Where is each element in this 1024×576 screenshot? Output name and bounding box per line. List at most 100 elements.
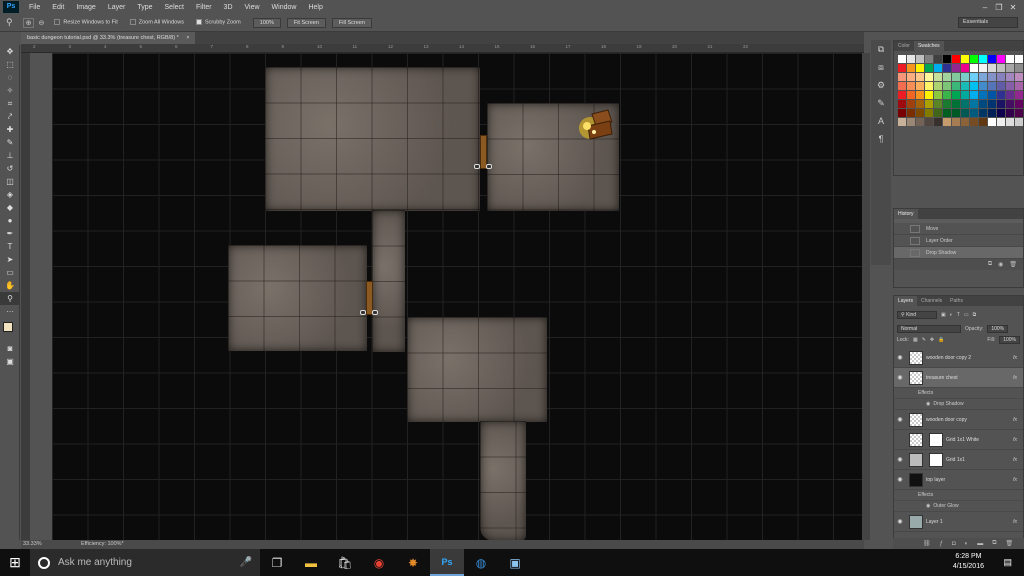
layer-effects-row[interactable]: Effects <box>894 388 1023 399</box>
adjustments-icon[interactable]: ⧈ <box>871 58 891 76</box>
game-app-icon[interactable]: ✸ <box>396 549 430 576</box>
visibility-eye-icon[interactable]: ◉ <box>894 476 906 483</box>
color-swatch[interactable] <box>916 91 924 99</box>
fit-screen-button[interactable]: Fit Screen <box>286 17 326 28</box>
color-swatch[interactable] <box>1015 64 1023 72</box>
color-swatch[interactable] <box>1006 91 1014 99</box>
visibility-eye-icon[interactable]: ◉ <box>894 456 906 463</box>
color-swatch[interactable] <box>898 91 906 99</box>
color-swatch[interactable] <box>952 100 960 108</box>
color-swatch[interactable] <box>997 91 1005 99</box>
foreground-color[interactable] <box>3 322 13 332</box>
pen-tool-icon[interactable]: ✒ <box>0 227 20 240</box>
menu-help[interactable]: Help <box>302 4 328 11</box>
color-swatch[interactable] <box>988 100 996 108</box>
color-swatch[interactable] <box>934 91 942 99</box>
color-swatch[interactable] <box>988 64 996 72</box>
color-swatch[interactable] <box>925 64 933 72</box>
color-swatch[interactable] <box>934 73 942 81</box>
color-swatch[interactable] <box>925 100 933 108</box>
color-swatch[interactable] <box>979 109 987 117</box>
color-swatch[interactable] <box>997 109 1005 117</box>
minimize-button[interactable]: – <box>978 3 992 12</box>
color-swatch[interactable] <box>988 55 996 63</box>
color-swatch[interactable] <box>988 109 996 117</box>
color-swatch[interactable] <box>916 82 924 90</box>
layer-name[interactable]: wooden door copy <box>926 417 967 423</box>
color-swatch[interactable] <box>997 64 1005 72</box>
color-swatch[interactable] <box>970 118 978 126</box>
color-swatch[interactable] <box>907 73 915 81</box>
menu-file[interactable]: File <box>23 4 46 11</box>
color-swatch[interactable] <box>943 55 951 63</box>
layer-name[interactable]: Grid 1x1 <box>946 457 965 463</box>
menu-view[interactable]: View <box>239 4 266 11</box>
layer-row[interactable]: ◉ top layer fx <box>894 470 1023 490</box>
color-swatch[interactable] <box>898 64 906 72</box>
color-swatch[interactable] <box>961 64 969 72</box>
photos-icon[interactable]: ▣ <box>498 549 532 576</box>
color-swatch[interactable] <box>979 100 987 108</box>
color-swatch[interactable] <box>1015 109 1023 117</box>
color-swatch[interactable] <box>934 118 942 126</box>
eraser-tool-icon[interactable]: ◫ <box>0 175 20 188</box>
browser-globe-icon[interactable]: ◍ <box>464 549 498 576</box>
layer-name[interactable]: wooden door copy 2 <box>926 355 971 361</box>
notification-icon[interactable]: ▤ <box>1003 557 1012 568</box>
menu-window[interactable]: Window <box>266 4 303 11</box>
color-swatch[interactable] <box>943 82 951 90</box>
color-swatch[interactable] <box>1006 118 1014 126</box>
opacity-input[interactable]: 100% <box>987 324 1009 333</box>
layer-row[interactable]: ◉ Grid 1x1 fx <box>894 450 1023 470</box>
menu-type[interactable]: Type <box>131 4 158 11</box>
new-group-icon[interactable]: ▬ <box>977 541 983 547</box>
color-swatch[interactable] <box>988 91 996 99</box>
color-swatch[interactable] <box>943 118 951 126</box>
menu-edit[interactable]: Edit <box>46 4 70 11</box>
visibility-eye-icon[interactable]: ◉ <box>894 416 906 423</box>
hand-tool-icon[interactable]: ✋ <box>0 279 20 292</box>
color-swatch[interactable] <box>997 118 1005 126</box>
color-swatch[interactable] <box>898 118 906 126</box>
paint-bucket-tool-icon[interactable]: ◈ <box>0 188 20 201</box>
layer-row[interactable]: Grid 1x1 White fx <box>894 430 1023 450</box>
history-brush-tool-icon[interactable]: ↺ <box>0 162 20 175</box>
color-swatch[interactable] <box>898 82 906 90</box>
layer-name[interactable]: Layer 1 <box>926 519 943 525</box>
store-icon[interactable]: 🛍 <box>328 549 362 576</box>
color-swatch[interactable] <box>988 73 996 81</box>
layer-effect-row[interactable]: ◉ Outer Glow <box>894 501 1023 512</box>
shape-tool-icon[interactable]: ▭ <box>0 266 20 279</box>
zoom-tool-icon[interactable]: ⚲ <box>6 17 13 28</box>
effect-eye-icon[interactable]: ◉ <box>926 401 930 407</box>
layer-row[interactable]: ◉ Layer 1 fx <box>894 512 1023 532</box>
restore-button[interactable]: ❐ <box>992 3 1006 12</box>
color-swatch[interactable] <box>934 109 942 117</box>
new-document-from-state-icon[interactable]: ⧉ <box>988 261 992 268</box>
crop-tool-icon[interactable]: ⌗ <box>0 97 20 110</box>
color-swatch[interactable] <box>988 82 996 90</box>
color-swatch[interactable] <box>961 73 969 81</box>
fx-icon[interactable]: fx <box>1013 477 1017 483</box>
color-swatch[interactable] <box>925 73 933 81</box>
color-swatch[interactable] <box>907 82 915 90</box>
character-panel-icon[interactable]: A <box>871 112 891 130</box>
menu-select[interactable]: Select <box>159 4 190 11</box>
resize-windows-checkbox[interactable]: Resize Windows to Fit <box>54 19 118 26</box>
color-swatch[interactable] <box>952 73 960 81</box>
color-swatch[interactable] <box>898 100 906 108</box>
color-swatch[interactable] <box>1015 100 1023 108</box>
color-swatch[interactable] <box>961 100 969 108</box>
eyedropper-tool-icon[interactable]: ⤤ <box>0 110 20 123</box>
tab-swatches[interactable]: Swatches <box>913 41 944 51</box>
color-swatch[interactable] <box>916 64 924 72</box>
color-swatch[interactable] <box>979 118 987 126</box>
quick-mask-icon[interactable]: ◙ <box>0 342 20 355</box>
zoom-100-button[interactable]: 100% <box>252 17 281 28</box>
libraries-icon[interactable]: ⧉ <box>871 40 891 58</box>
lock-transparent-icon[interactable]: ▦ <box>913 337 918 343</box>
menu-3d[interactable]: 3D <box>218 4 239 11</box>
filter-adjustment-icon[interactable]: ◐ <box>950 312 953 318</box>
color-swatch[interactable] <box>925 91 933 99</box>
color-swatch[interactable] <box>943 91 951 99</box>
